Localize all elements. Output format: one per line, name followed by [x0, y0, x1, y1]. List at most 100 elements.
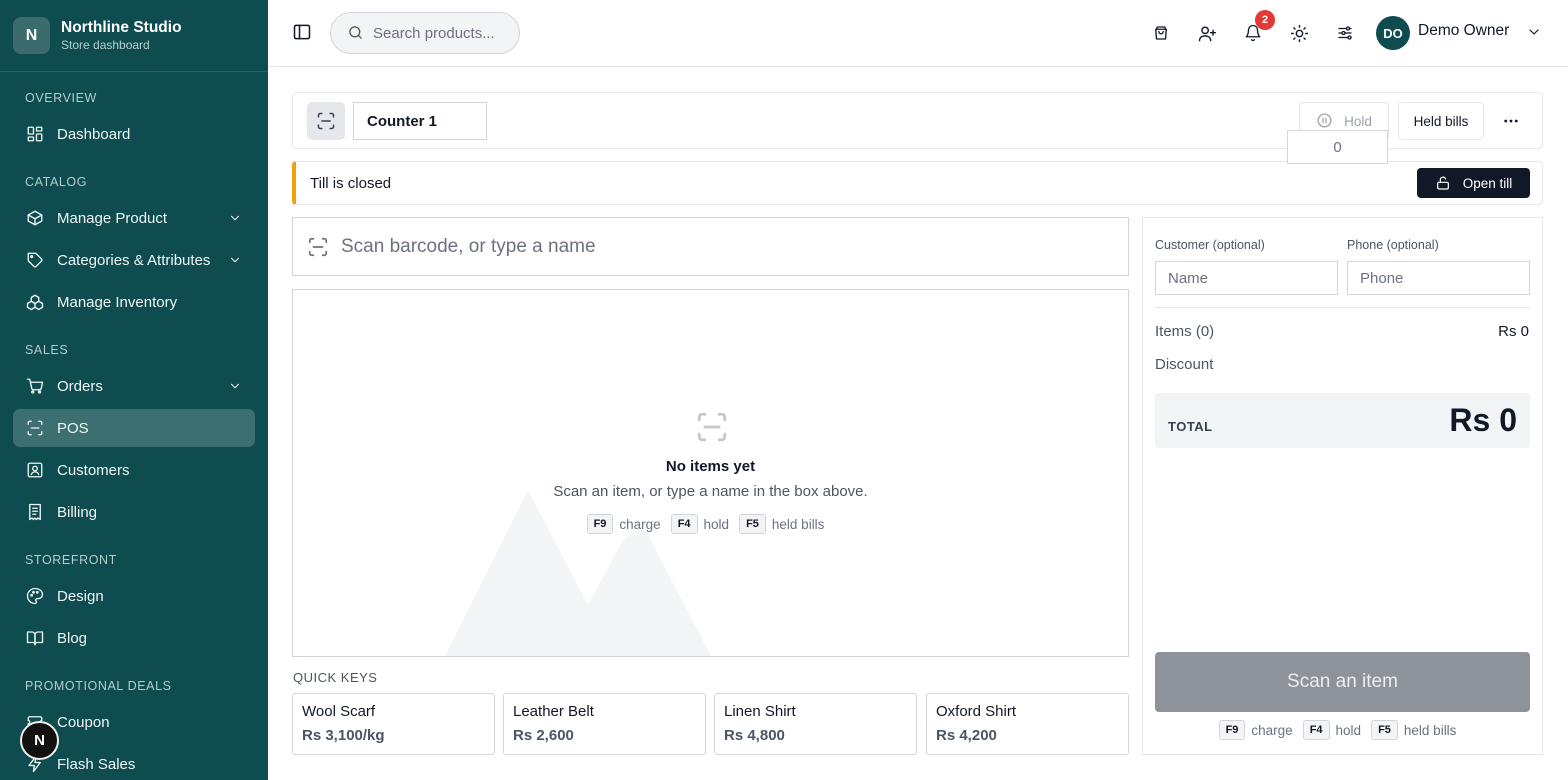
- sidebar-item-label: POS: [57, 419, 89, 437]
- sidebar-item-design[interactable]: Design: [13, 577, 255, 615]
- sidebar: N Northline Studio Store dashboard OVERV…: [0, 0, 268, 780]
- customer-label: Customer (optional): [1155, 238, 1265, 252]
- search-input[interactable]: [373, 24, 503, 42]
- quick-key-linen-shirt[interactable]: Linen Shirt Rs 4,800: [714, 693, 917, 755]
- quick-key-price: Rs 4,200: [936, 727, 997, 744]
- held-bills-button[interactable]: Held bills: [1398, 102, 1484, 140]
- sliders-icon[interactable]: [1334, 22, 1356, 44]
- counter-name-input[interactable]: [353, 102, 487, 140]
- checkout-panel: Customer (optional) Phone (optional) Ite…: [1142, 217, 1543, 755]
- quick-key-oxford-shirt[interactable]: Oxford Shirt Rs 4,200: [926, 693, 1129, 755]
- quick-key-name: Oxford Shirt: [936, 703, 1017, 720]
- sidebar-item-customers[interactable]: Customers: [13, 451, 255, 489]
- chevron-down-icon: [227, 378, 243, 394]
- sidebar-item-blog[interactable]: Blog: [13, 619, 255, 657]
- hold-label: Hold: [1344, 113, 1372, 129]
- section-label-overview: OVERVIEW: [25, 91, 97, 105]
- brand-name: Northline Studio: [61, 19, 182, 36]
- shortcut-label: held bills: [1403, 722, 1457, 738]
- shortcut-hints: F9 charge F4 hold F5 held bills: [293, 514, 1128, 534]
- quick-key-wool-scarf[interactable]: Wool Scarf Rs 3,100/kg: [292, 693, 495, 755]
- store-bag-icon[interactable]: [1150, 22, 1172, 44]
- sidebar-item-label: Blog: [57, 629, 88, 647]
- phone-label: Phone (optional): [1347, 238, 1439, 252]
- brand[interactable]: N Northline Studio Store dashboard: [0, 0, 268, 72]
- total-label: TOTAL: [1168, 419, 1213, 434]
- shortcut-held-bills: F5 held bills: [1371, 720, 1456, 740]
- chevron-down-icon[interactable]: [1526, 24, 1544, 42]
- sidebar-item-label: Orders: [57, 377, 103, 395]
- cart-items-area: No items yet Scan an item, or type a nam…: [292, 289, 1129, 657]
- quick-key-name: Wool Scarf: [302, 703, 376, 720]
- brand-subtitle: Store dashboard: [61, 38, 150, 52]
- sun-icon[interactable]: [1288, 22, 1310, 44]
- pause-icon: [1316, 112, 1334, 130]
- search-box[interactable]: [330, 12, 520, 54]
- more-options-icon[interactable]: [1493, 109, 1529, 133]
- phone-input[interactable]: [1347, 261, 1530, 295]
- section-label-storefront: STOREFRONT: [25, 553, 117, 567]
- scan-box[interactable]: [292, 217, 1129, 276]
- sidebar-item-label: Manage Inventory: [57, 293, 178, 311]
- unlock-icon: [1435, 175, 1451, 191]
- shortcut-label: hold: [1335, 722, 1362, 738]
- contact-icon: [25, 460, 45, 480]
- open-till-button[interactable]: Open till: [1417, 168, 1530, 198]
- shortcut-key: F9: [1218, 720, 1246, 740]
- scan-icon: [307, 236, 329, 258]
- shortcut-hints: F9 charge F4 hold F5 held bills: [1143, 720, 1542, 740]
- till-status-text: Till is closed: [310, 175, 392, 192]
- total-box: TOTAL Rs 0: [1155, 393, 1530, 448]
- cart-icon: [25, 376, 45, 396]
- box-icon: [25, 208, 45, 228]
- scan-mode-button[interactable]: [307, 102, 345, 140]
- sidebar-item-pos[interactable]: POS: [13, 409, 255, 447]
- sidebar-item-categories[interactable]: Categories & Attributes: [13, 241, 255, 279]
- scan-icon: [695, 410, 729, 444]
- shortcut-hold: F4 hold: [670, 514, 729, 534]
- add-user-icon[interactable]: [1196, 22, 1218, 44]
- topbar: 2 DO Demo Owner: [268, 0, 1568, 67]
- shortcut-hold: F4 hold: [1302, 720, 1362, 740]
- sidebar-toggle-icon[interactable]: [292, 22, 314, 44]
- sidebar-item-billing[interactable]: Billing: [13, 493, 255, 531]
- shortcut-key: F4: [670, 514, 698, 534]
- sidebar-item-label: Coupon: [57, 713, 110, 731]
- quick-keys-label: QUICK KEYS: [293, 670, 378, 685]
- boxes-icon: [25, 292, 45, 312]
- customer-name-input[interactable]: [1155, 261, 1338, 295]
- shortcut-charge: F9 charge: [1218, 720, 1293, 740]
- sidebar-item-orders[interactable]: Orders: [13, 367, 255, 405]
- user-avatar[interactable]: DO: [1376, 16, 1410, 50]
- sidebar-item-manage-inventory[interactable]: Manage Inventory: [13, 283, 255, 321]
- floating-avatar[interactable]: N: [20, 721, 59, 760]
- quick-key-leather-belt[interactable]: Leather Belt Rs 2,600: [503, 693, 706, 755]
- sidebar-item-label: Categories & Attributes: [57, 251, 211, 269]
- sidebar-item-dashboard[interactable]: Dashboard: [13, 115, 255, 153]
- discount-input[interactable]: [1287, 130, 1388, 164]
- charge-button[interactable]: Scan an item: [1155, 652, 1530, 712]
- sidebar-item-manage-product[interactable]: Manage Product: [13, 199, 255, 237]
- scan-icon: [25, 418, 45, 438]
- items-count-label: Items (0): [1155, 323, 1215, 340]
- quick-key-name: Leather Belt: [513, 703, 594, 720]
- scan-input[interactable]: [341, 235, 1101, 258]
- sidebar-item-label: Billing: [57, 503, 98, 521]
- sidebar-item-label: Customers: [57, 461, 130, 479]
- sidebar-item-label: Design: [57, 587, 104, 605]
- quick-key-name: Linen Shirt: [724, 703, 796, 720]
- palette-icon: [25, 586, 45, 606]
- sidebar-item-label: Dashboard: [57, 125, 131, 143]
- search-icon: [347, 24, 364, 42]
- section-label-promotional-deals: PROMOTIONAL DEALS: [25, 679, 172, 693]
- sidebar-item-label: Manage Product: [57, 209, 168, 227]
- shortcut-key: F5: [739, 514, 766, 534]
- empty-state-title: No items yet: [665, 458, 756, 475]
- shortcut-key: F4: [1302, 720, 1330, 740]
- shortcut-key: F5: [1371, 720, 1398, 740]
- items-subtotal: Rs 0: [1498, 323, 1529, 340]
- shortcut-charge: F9 charge: [586, 514, 661, 534]
- user-name[interactable]: Demo Owner: [1418, 22, 1509, 40]
- chevron-down-icon: [227, 210, 243, 226]
- shortcut-key: F9: [586, 514, 614, 534]
